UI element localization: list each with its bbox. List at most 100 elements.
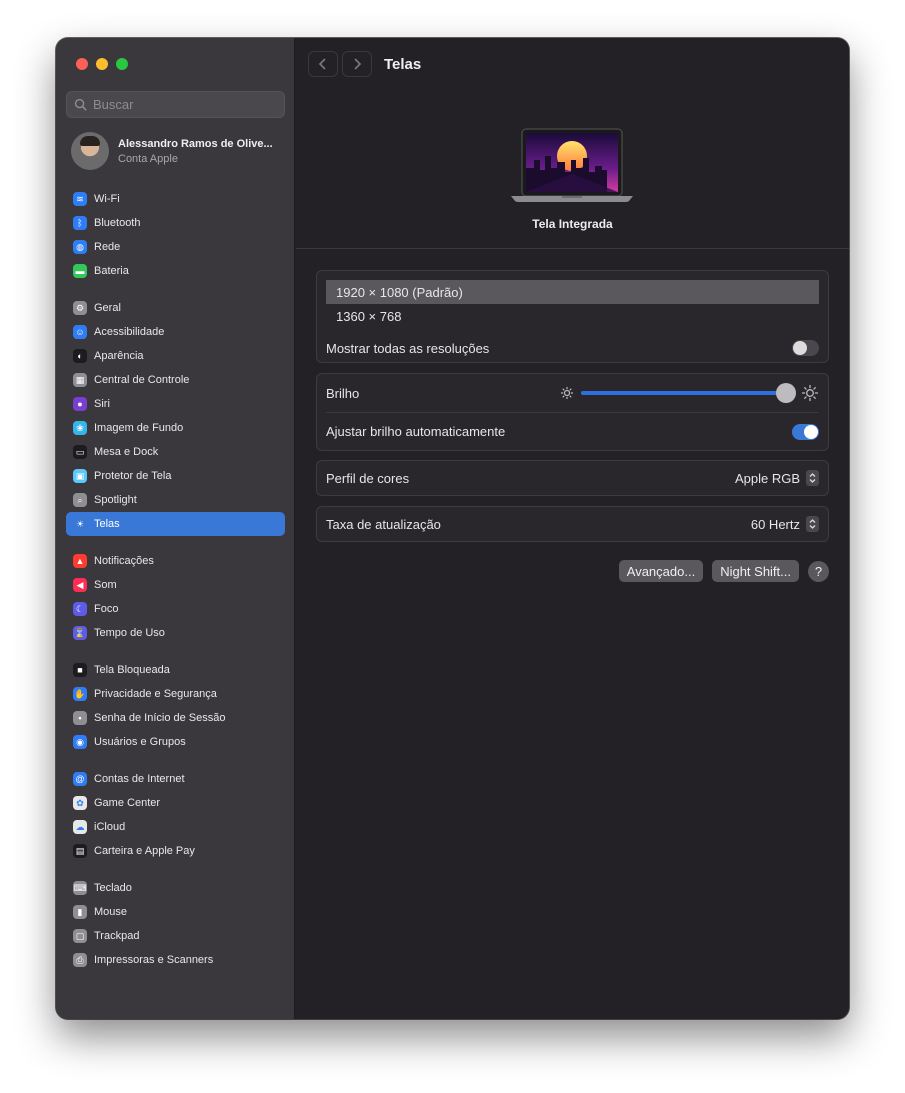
show-all-resolutions-label: Mostrar todas as resoluções — [326, 340, 490, 356]
brightness-low-icon — [560, 386, 574, 400]
game-center-icon: ✿ — [73, 796, 87, 810]
sidebar-item-label: Mesa e Dock — [94, 446, 159, 458]
sidebar-item-wifi[interactable]: ≋ Wi-Fi — [66, 187, 285, 211]
sidebar-item-siri[interactable]: ● Siri — [66, 392, 285, 416]
color-profile-group: Perfil de cores Apple RGB — [316, 460, 829, 496]
sidebar-item-notifications[interactable]: ▲ Notificações — [66, 549, 285, 573]
resolution-list: 1920 × 1080 (Padrão) 1360 × 768 — [317, 271, 828, 328]
sidebar-item-label: Spotlight — [94, 494, 137, 506]
color-profile-value: Apple RGB — [734, 470, 800, 486]
sidebar-item-control-center[interactable]: ▦ Central de Controle — [66, 368, 285, 392]
refresh-rate-popup[interactable]: 60 Hertz — [751, 516, 819, 532]
auto-brightness-toggle[interactable] — [792, 423, 819, 440]
sidebar-item-users-groups[interactable]: ◉ Usuários e Grupos — [66, 730, 285, 754]
wifi-icon: ≋ — [73, 192, 87, 206]
sidebar-item-game-center[interactable]: ✿ Game Center — [66, 791, 285, 815]
sidebar-item-label: Rede — [94, 241, 121, 253]
globe-icon: ◍ — [73, 240, 87, 254]
lock-screen-icon: ■ — [73, 663, 87, 677]
refresh-rate-label: Taxa de atualização — [326, 516, 441, 532]
show-all-resolutions-toggle[interactable] — [792, 340, 819, 356]
sidebar-item-accessibility[interactable]: ☺ Acessibilidade — [66, 320, 285, 344]
help-button[interactable]: ? — [808, 560, 829, 582]
chevron-up-down-icon — [806, 516, 819, 532]
sidebar-item-battery[interactable]: ▬ Bateria — [66, 259, 285, 283]
window-controls — [76, 58, 128, 70]
brightness-slider[interactable] — [581, 383, 797, 403]
sidebar-item-sound[interactable]: ◀ Som — [66, 573, 285, 597]
sidebar-item-screensaver[interactable]: ▣ Protetor de Tela — [66, 464, 285, 488]
resolution-option[interactable]: 1920 × 1080 (Padrão) — [326, 280, 819, 304]
refresh-rate-value: 60 Hertz — [750, 516, 800, 532]
sidebar-item-internet-accounts[interactable]: @ Contas de Internet — [66, 767, 285, 791]
sidebar-item-label: Central de Controle — [94, 374, 190, 386]
brightness-slider-knob[interactable] — [776, 383, 797, 403]
main-pane: Telas Tela Integrada 1920 × 1080 (Padrão… — [296, 38, 849, 1019]
advanced-button[interactable]: Avançado... — [618, 560, 704, 582]
sidebar-separator — [66, 645, 285, 658]
sidebar-item-dock[interactable]: ▭ Mesa e Dock — [66, 440, 285, 464]
sidebar-item-spotlight[interactable]: ⌕ Spotlight — [66, 488, 285, 512]
sidebar-item-login-password[interactable]: ▪ Senha de Início de Sessão — [66, 706, 285, 730]
sidebar-item-wallpaper[interactable]: ❀ Imagem de Fundo — [66, 416, 285, 440]
privacy-hand-icon: ✋ — [73, 687, 87, 701]
sidebar-item-screen-time[interactable]: ⌛ Tempo de Uso — [66, 621, 285, 645]
sidebar-item-label: Acessibilidade — [94, 326, 165, 338]
sidebar-item-trackpad[interactable]: ▢ Trackpad — [66, 924, 285, 948]
back-button[interactable] — [308, 51, 338, 77]
sidebar-item-label: Geral — [94, 302, 121, 314]
search-field[interactable] — [66, 91, 285, 118]
account-name: Alessandro Ramos de Olive... — [118, 137, 273, 150]
sidebar-item-lock-screen[interactable]: ■ Tela Bloqueada — [66, 658, 285, 682]
sidebar-item-focus[interactable]: ☾ Foco — [66, 597, 285, 621]
sidebar-item-bluetooth[interactable]: ᛒ Bluetooth — [66, 211, 285, 235]
brightness-slider-fill — [581, 391, 787, 395]
resolution-option[interactable]: 1360 × 768 — [326, 304, 819, 328]
gear-icon: ⚙ — [73, 301, 87, 315]
sidebar-item-icloud[interactable]: ☁ iCloud — [66, 815, 285, 839]
sidebar-item-label: Notificações — [94, 555, 154, 567]
search-input[interactable] — [93, 97, 273, 112]
search-icon — [74, 98, 87, 111]
sidebar-item-privacy-hand[interactable]: ✋ Privacidade e Segurança — [66, 682, 285, 706]
sidebar-item-label: Usuários e Grupos — [94, 736, 186, 748]
sidebar-item-label: Aparência — [94, 350, 144, 362]
page-title: Telas — [384, 55, 422, 73]
sidebar-item-label: Bluetooth — [94, 217, 141, 229]
forward-button[interactable] — [342, 51, 372, 77]
sidebar-item-mouse[interactable]: ▮ Mouse — [66, 900, 285, 924]
sidebar-item-printer[interactable]: ⎙ Impressoras e Scanners — [66, 948, 285, 972]
control-center-icon: ▦ — [73, 373, 87, 387]
avatar — [71, 132, 109, 170]
sidebar-item-keyboard[interactable]: ⌨ Teclado — [66, 876, 285, 900]
sidebar-item-label: Contas de Internet — [94, 773, 185, 785]
icloud-icon: ☁ — [73, 820, 87, 834]
close-window-button[interactable] — [76, 58, 88, 70]
sidebar-item-label: iCloud — [94, 821, 126, 833]
sidebar-item-label: Foco — [94, 603, 119, 615]
night-shift-button[interactable]: Night Shift... — [712, 560, 799, 582]
wallet-icon: ▤ — [73, 844, 87, 858]
sidebar-item-label: Privacidade e Segurança — [94, 688, 217, 700]
auto-brightness-row: Ajustar brilho automaticamente — [326, 412, 819, 450]
sidebar-item-gear[interactable]: ⚙ Geral — [66, 296, 285, 320]
auto-brightness-label: Ajustar brilho automaticamente — [326, 424, 506, 439]
sidebar-item-label: Imagem de Fundo — [94, 422, 184, 434]
appearance-icon: ◐ — [73, 349, 87, 363]
sidebar-item-display[interactable]: ☀ Telas — [66, 512, 285, 536]
printer-icon: ⎙ — [73, 953, 87, 967]
display-icon: ☀ — [75, 518, 85, 529]
sidebar-nav: ≋ Wi-Fi ᛒ Bluetooth ◍ Rede ▬ Bateria ⚙ Geral ☺ Aces… — [66, 187, 285, 972]
zoom-window-button[interactable] — [116, 58, 128, 70]
apple-account[interactable]: Alessandro Ramos de Olive... Conta Apple — [71, 132, 280, 170]
sidebar-item-label: Impressoras e Scanners — [94, 954, 214, 966]
laptop-display-image[interactable] — [507, 128, 637, 211]
sidebar-item-globe[interactable]: ◍ Rede — [66, 235, 285, 259]
sound-icon: ◀ — [73, 578, 87, 592]
color-profile-popup[interactable]: Apple RGB — [735, 470, 819, 486]
minimize-window-button[interactable] — [96, 58, 108, 70]
sidebar-item-appearance[interactable]: ◐ Aparência — [66, 344, 285, 368]
toolbar: Telas — [308, 51, 421, 77]
resolution-group: 1920 × 1080 (Padrão) 1360 × 768 Mostrar t… — [316, 270, 829, 363]
sidebar-item-wallet[interactable]: ▤ Carteira e Apple Pay — [66, 839, 285, 863]
